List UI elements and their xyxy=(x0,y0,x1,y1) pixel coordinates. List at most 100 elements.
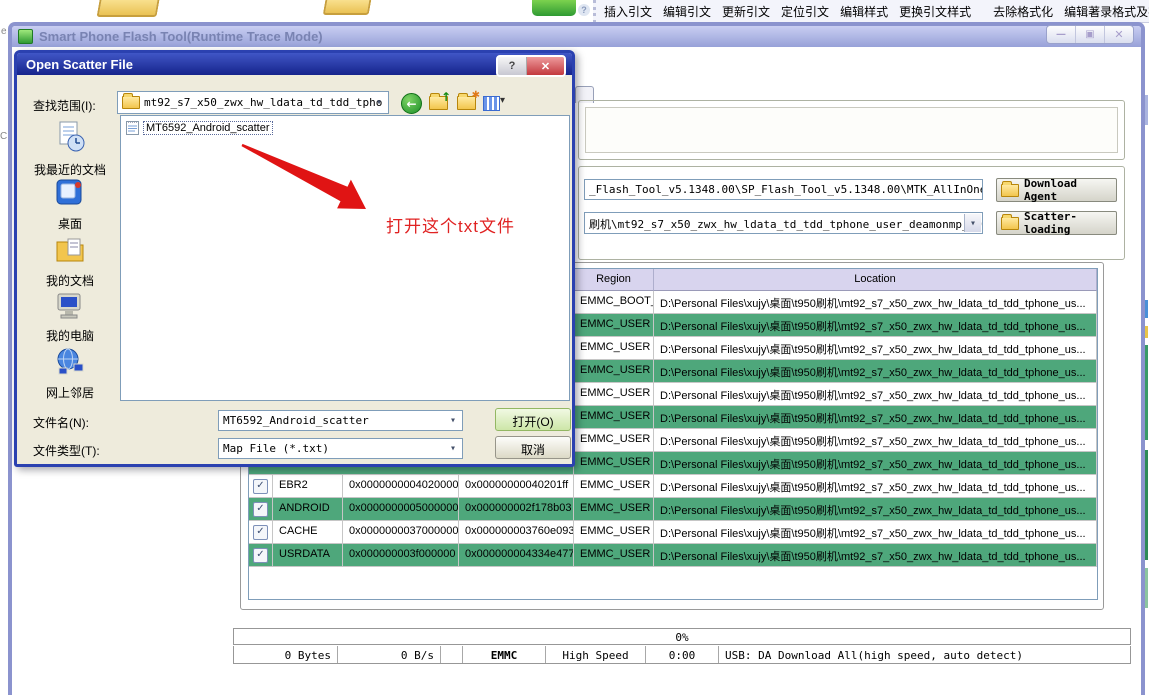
download-agent-label: Download Agent xyxy=(1024,177,1112,203)
window-title: Smart Phone Flash Tool(Runtime Trace Mod… xyxy=(39,29,323,44)
toolbar-item[interactable]: 去除格式化 xyxy=(993,3,1053,20)
chevron-down-icon[interactable] xyxy=(371,93,387,112)
status-speed: 0 B/s xyxy=(338,646,441,663)
table-row[interactable]: USRDATA 0x000000003f000000 0x00000000433… xyxy=(249,544,1097,567)
status-usb-speed: High Speed xyxy=(546,646,646,663)
close-button[interactable] xyxy=(1105,26,1133,43)
toolbar-item[interactable]: 定位引文 xyxy=(781,3,829,20)
scatter-file-value: 刷机\mt92_s7_x50_zwx_hw_ldata_td_tdd_tphon… xyxy=(589,218,983,231)
folder-icon xyxy=(122,96,140,109)
row-checkbox[interactable] xyxy=(253,525,268,540)
place-label: 我最近的文档 xyxy=(26,161,114,178)
place-label: 我的文档 xyxy=(26,272,114,289)
chevron-down-icon[interactable] xyxy=(445,412,461,429)
file-type-combo[interactable]: Map File (*.txt) xyxy=(218,438,463,459)
place-my-computer[interactable]: 我的电脑 xyxy=(26,291,114,344)
file-name-value: MT6592_Android_scatter xyxy=(223,414,369,427)
row-checkbox[interactable] xyxy=(253,548,268,563)
toolbar-item[interactable]: 编辑样式 xyxy=(840,3,888,20)
status-mode: USB: DA Download All(high speed, auto de… xyxy=(719,646,1130,663)
window-titlebar[interactable]: Smart Phone Flash Tool(Runtime Trace Mod… xyxy=(12,26,1141,47)
progress-bar: 0% xyxy=(233,628,1131,645)
toolbar-item[interactable]: 编辑引文 xyxy=(663,3,711,20)
my-documents-icon xyxy=(54,234,86,266)
file-type-value: Map File (*.txt) xyxy=(223,442,329,455)
place-label: 我的电脑 xyxy=(26,327,114,344)
desktop-icon-label-fragment: e xyxy=(1,26,7,37)
chevron-down-icon[interactable] xyxy=(500,95,505,106)
desktop: e C R ? 插入引文 编辑引文 更新引文 定位引文 编辑样式 更换引文样式 … xyxy=(0,0,1149,695)
text-file-icon xyxy=(126,120,139,135)
scatter-loading-button[interactable]: Scatter-loading xyxy=(996,211,1117,235)
maximize-button[interactable] xyxy=(1076,26,1105,43)
place-my-documents[interactable]: 我的文档 xyxy=(26,234,114,289)
table-row[interactable]: EBR2 0x0000000004020000 0x00000000040201… xyxy=(249,475,1097,498)
row-checkbox[interactable] xyxy=(253,502,268,517)
toolbar-item[interactable]: 插入引文 xyxy=(604,3,652,20)
back-icon[interactable] xyxy=(401,93,422,114)
new-folder-icon[interactable] xyxy=(457,96,477,112)
file-list[interactable]: MT6592_Android_scatter 打开这个txt文件 xyxy=(120,115,570,401)
file-item-scatter[interactable]: MT6592_Android_scatter xyxy=(126,120,273,135)
annotation-text: 打开这个txt文件 xyxy=(386,212,515,237)
status-bar: 0 Bytes 0 B/s EMMC High Speed 0:00 USB: … xyxy=(233,646,1131,664)
dialog-close-button[interactable] xyxy=(527,57,564,75)
chevron-down-icon[interactable] xyxy=(964,214,981,232)
open-scatter-dialog: Open Scatter File 查找范围(I): mt92_s7_x50_z… xyxy=(14,50,575,467)
file-type-label: 文件类型(T): xyxy=(33,442,100,459)
place-network[interactable]: 网上邻居 xyxy=(26,346,114,401)
place-recent-documents[interactable]: 我最近的文档 xyxy=(26,121,114,178)
dialog-title: Open Scatter File xyxy=(26,57,133,72)
place-desktop[interactable]: 桌面 xyxy=(26,177,114,232)
scatter-file-combo[interactable]: 刷机\mt92_s7_x50_zwx_hw_ldata_td_tdd_tphon… xyxy=(584,212,983,234)
cancel-button[interactable]: 取消 xyxy=(495,436,571,459)
look-in-value: mt92_s7_x50_zwx_hw_ldata_td_tdd_tpho xyxy=(144,96,382,109)
desktop-icon xyxy=(54,177,86,209)
download-agent-button[interactable]: Download Agent xyxy=(996,178,1117,202)
file-name-combo[interactable]: MT6592_Android_scatter xyxy=(218,410,463,431)
file-name-label: 文件名(N): xyxy=(33,414,89,431)
toolbar-item[interactable]: 更新引文 xyxy=(722,3,770,20)
status-empty xyxy=(441,646,463,663)
table-row[interactable]: CACHE 0x0000000037000000 0x000000003760e… xyxy=(249,521,1097,544)
dialog-controls xyxy=(496,55,566,77)
download-agent-path-field[interactable]: _Flash_Tool_v5.1348.00\SP_Flash_Tool_v5.… xyxy=(584,179,983,200)
place-label: 网上邻居 xyxy=(26,384,114,401)
look-in-label: 查找范围(I): xyxy=(33,97,96,114)
status-time: 0:00 xyxy=(646,646,719,663)
chevron-down-icon[interactable] xyxy=(445,440,461,457)
column-header-location[interactable]: Location xyxy=(654,269,1097,291)
toolbar-item[interactable]: 编辑著录格式及布局格 xyxy=(1064,3,1149,20)
views-icon[interactable] xyxy=(483,96,500,111)
minimize-button[interactable] xyxy=(1047,26,1076,43)
toolbar-item[interactable]: 更换引文样式 xyxy=(899,3,971,20)
window-controls xyxy=(1046,25,1134,44)
folder-icon xyxy=(1001,217,1019,230)
upper-group-box xyxy=(578,100,1125,160)
network-places-icon xyxy=(54,346,86,378)
app-icon xyxy=(18,29,33,44)
open-button[interactable]: 打开(O) xyxy=(495,408,571,431)
table-row[interactable]: ANDROID 0x0000000005000000 0x000000002f1… xyxy=(249,498,1097,521)
question-badge-icon: ? xyxy=(578,4,590,16)
status-storage: EMMC xyxy=(463,646,546,663)
recent-documents-icon xyxy=(54,121,86,155)
folder-icon xyxy=(1001,184,1019,197)
status-bytes: 0 Bytes xyxy=(234,646,338,663)
column-header-region[interactable]: Region xyxy=(574,269,654,291)
app-shortcut-icon xyxy=(532,0,576,16)
help-button[interactable] xyxy=(498,57,527,75)
red-arrow-annotation xyxy=(121,116,571,402)
citation-toolbar: 插入引文 编辑引文 更新引文 定位引文 编辑样式 更换引文样式 去除格式化 编辑… xyxy=(593,0,1149,23)
my-computer-icon xyxy=(54,291,86,321)
up-one-level-icon[interactable] xyxy=(429,96,449,112)
folder-icon xyxy=(97,0,160,17)
dialog-titlebar[interactable]: Open Scatter File xyxy=(17,53,572,75)
scatter-loading-label: Scatter-loading xyxy=(1024,210,1112,236)
folder-icon xyxy=(323,0,372,15)
upper-inner-panel xyxy=(585,107,1118,153)
look-in-combo[interactable]: mt92_s7_x50_zwx_hw_ldata_td_tdd_tpho xyxy=(117,91,389,114)
row-checkbox[interactable] xyxy=(253,479,268,494)
file-item-label: MT6592_Android_scatter xyxy=(143,121,273,135)
place-label: 桌面 xyxy=(26,215,114,232)
